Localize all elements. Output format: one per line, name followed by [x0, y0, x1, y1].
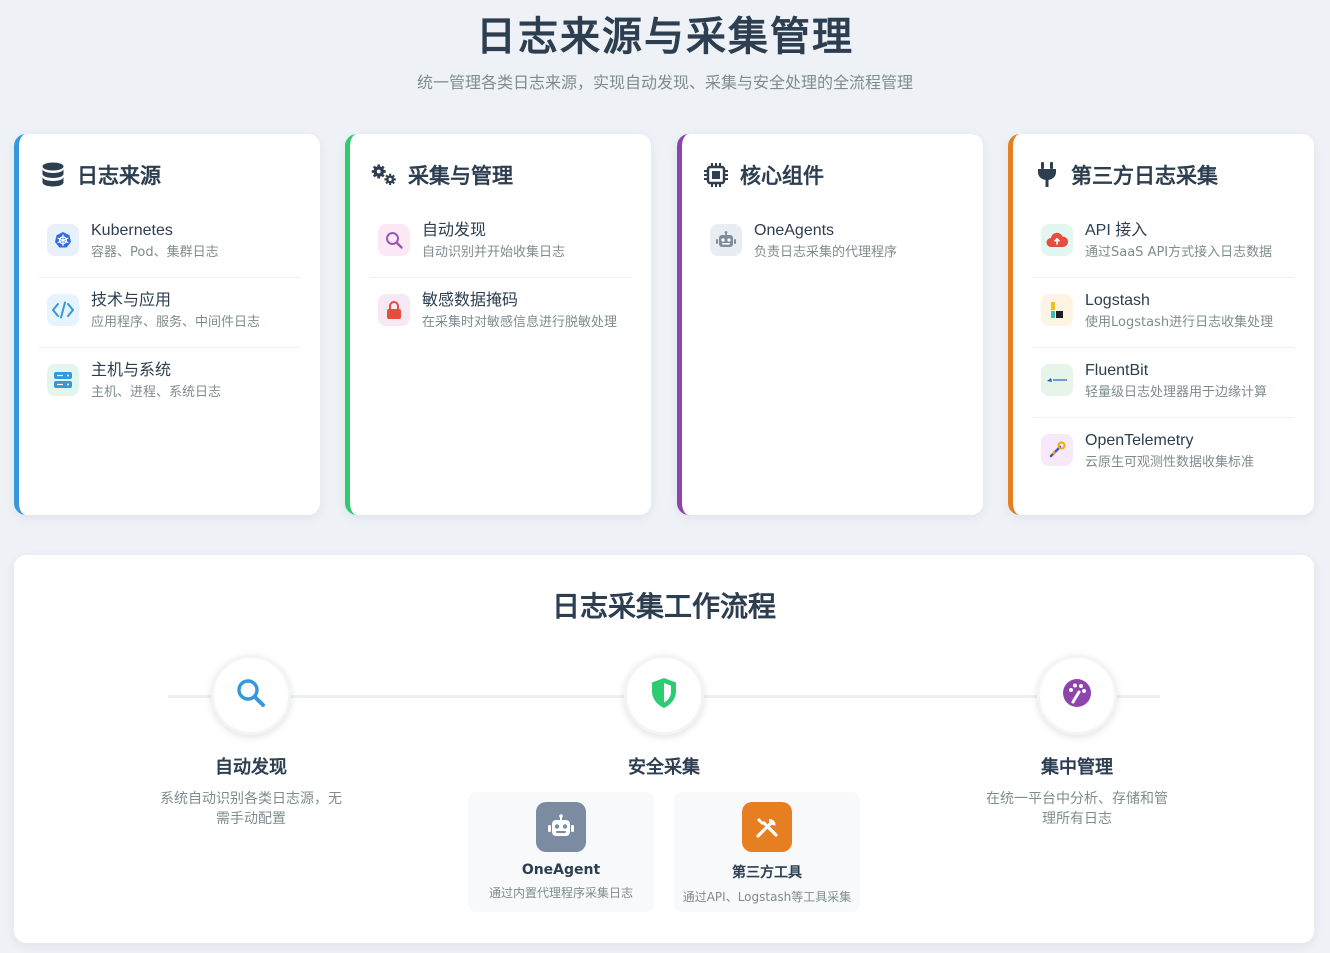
step-title: 安全采集 [628, 757, 700, 778]
cloud-upload-icon [1041, 224, 1073, 256]
item-title: 自动发现 [422, 222, 487, 239]
step-circle [211, 655, 291, 735]
item-desc: 容器、Pod、集群日志 [91, 245, 219, 260]
item-title: FluentBit [1085, 362, 1149, 379]
item-title: 主机与系统 [91, 362, 172, 379]
item-title: Kubernetes [91, 222, 173, 239]
code-icon [47, 294, 79, 326]
list-item-data-masking[interactable]: 敏感数据掩码 在采集时对敏感信息进行脱敏处理 [370, 278, 631, 348]
collection-management-card: 采集与管理 自动发现 自动识别并开始收集日志 敏感数据掩码 在采集时对敏感信息进… [345, 134, 651, 515]
card-title: 采集与管理 [408, 164, 513, 188]
opentelemetry-icon [1041, 434, 1073, 466]
logstash-icon [1041, 294, 1073, 326]
list-item-fluentbit[interactable]: FluentBit 轻量级日志处理器用于边缘计算 [1033, 348, 1294, 418]
item-title: 技术与应用 [91, 292, 172, 309]
step-secure-collection: 安全采集 [559, 655, 769, 779]
item-title: OpenTelemetry [1085, 432, 1194, 449]
method-oneagent[interactable]: OneAgent 通过内置代理程序采集日志 [468, 792, 654, 912]
database-icon [39, 161, 67, 189]
item-desc: 轻量级日志处理器用于边缘计算 [1085, 385, 1268, 400]
step-title: 集中管理 [1041, 757, 1113, 778]
item-title: 敏感数据掩码 [422, 292, 519, 309]
list-item-oneagents[interactable]: OneAgents 负责日志采集的代理程序 [702, 208, 963, 278]
third-party-card: 第三方日志采集 API 接入 通过SaaS API方式接入日志数据 Logsta… [1008, 134, 1314, 515]
page-subtitle: 统一管理各类日志来源，实现自动发现、采集与安全处理的全流程管理 [416, 73, 913, 92]
workflow-title: 日志采集工作流程 [551, 590, 776, 623]
palette-icon [1061, 677, 1093, 713]
core-components-card: 核心组件 OneAgents 负责日志采集的代理程序 [677, 134, 983, 515]
list-item-hosts[interactable]: 主机与系统 主机、进程、系统日志 [39, 348, 300, 418]
log-sources-card: 日志来源 Kubernetes 容器、Pod、集群日志 技术与应用 应用程序、服… [14, 134, 320, 515]
list-item-opentelemetry[interactable]: OpenTelemetry 云原生可观测性数据收集标准 [1033, 418, 1294, 488]
item-desc: 通过SaaS API方式接入日志数据 [1085, 245, 1273, 260]
item-title: Logstash [1085, 292, 1150, 309]
page-title: 日志来源与采集管理 [476, 14, 854, 60]
list-item-logstash[interactable]: Logstash 使用Logstash进行日志收集处理 [1033, 278, 1294, 348]
step-circle [1037, 655, 1117, 735]
item-desc: 负责日志采集的代理程序 [754, 245, 898, 260]
card-title: 第三方日志采集 [1071, 164, 1218, 188]
plug-icon [1033, 161, 1061, 189]
method-title: 第三方工具 [732, 865, 802, 881]
kubernetes-icon [47, 224, 79, 256]
shield-icon [650, 677, 678, 713]
list-item-kubernetes[interactable]: Kubernetes 容器、Pod、集群日志 [39, 208, 300, 278]
server-icon [47, 364, 79, 396]
item-desc: 云原生可观测性数据收集标准 [1085, 455, 1255, 470]
item-desc: 使用Logstash进行日志收集处理 [1085, 315, 1274, 330]
robot-icon [710, 224, 742, 256]
step-circle [624, 655, 704, 735]
method-desc: 通过内置代理程序采集日志 [488, 886, 633, 900]
list-item-api[interactable]: API 接入 通过SaaS API方式接入日志数据 [1033, 208, 1294, 278]
item-desc: 应用程序、服务、中间件日志 [91, 315, 261, 330]
item-desc: 主机、进程、系统日志 [91, 385, 222, 400]
method-third-party-tools[interactable]: 第三方工具 通过API、Logstash等工具采集 [674, 792, 860, 912]
card-title: 日志来源 [77, 164, 161, 188]
method-desc: 通过API、Logstash等工具采集 [682, 890, 852, 904]
item-title: API 接入 [1085, 222, 1148, 239]
card-title: 核心组件 [740, 164, 824, 188]
list-item-auto-discovery[interactable]: 自动发现 自动识别并开始收集日志 [370, 208, 631, 278]
workflow-panel: 日志采集工作流程 自动发现 系统自动识别各类日志源，无需手动配置 安全采集 集中… [14, 555, 1314, 943]
item-desc: 自动识别并开始收集日志 [422, 245, 566, 260]
step-desc: 系统自动识别各类日志源，无需手动配置 [160, 791, 342, 827]
list-item-apps[interactable]: 技术与应用 应用程序、服务、中间件日志 [39, 278, 300, 348]
step-title: 自动发现 [215, 757, 287, 778]
search-icon [378, 224, 410, 256]
chip-icon [702, 161, 730, 189]
item-title: OneAgents [754, 222, 835, 239]
step-central-management: 集中管理 在统一平台中分析、存储和管理所有日志 [972, 655, 1182, 829]
cogs-icon [370, 161, 398, 189]
search-icon [235, 677, 267, 713]
tools-icon [742, 802, 792, 852]
item-desc: 在采集时对敏感信息进行脱敏处理 [422, 315, 618, 330]
robot-icon [536, 802, 586, 852]
lock-icon [378, 294, 410, 326]
step-desc: 在统一平台中分析、存储和管理所有日志 [986, 791, 1168, 827]
step-auto-discovery: 自动发现 系统自动识别各类日志源，无需手动配置 [146, 655, 356, 829]
fluentbit-icon [1041, 364, 1073, 396]
method-title: OneAgent [521, 862, 601, 878]
